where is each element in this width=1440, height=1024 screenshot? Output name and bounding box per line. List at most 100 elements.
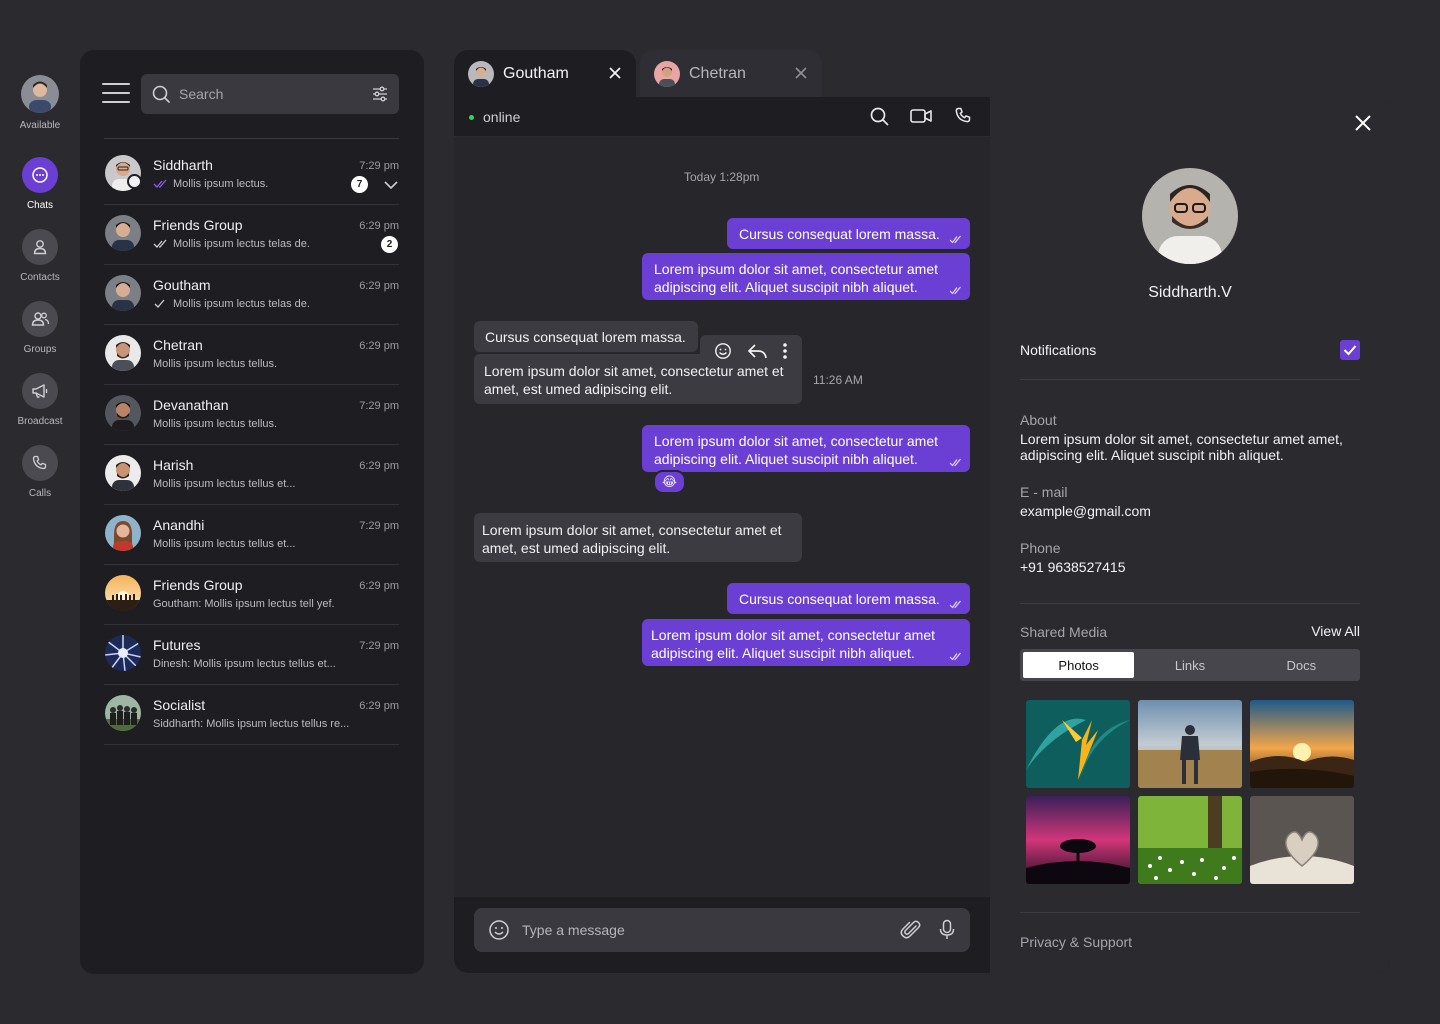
rail-item-broadcast[interactable]: Broadcast bbox=[0, 373, 80, 427]
reply-icon[interactable] bbox=[747, 342, 767, 360]
message-composer bbox=[474, 908, 970, 952]
shared-photo[interactable] bbox=[1026, 700, 1130, 788]
rail-item-available[interactable]: Available bbox=[0, 60, 80, 131]
message-outgoing[interactable]: Cursus consequat lorem massa. bbox=[727, 218, 970, 249]
phone-value: +91 9638527415 bbox=[1020, 559, 1126, 575]
chat-list-item[interactable]: Anandhi Mollis ipsum lectus tellus et...… bbox=[104, 505, 399, 565]
video-call-icon[interactable] bbox=[910, 106, 932, 126]
phone-icon bbox=[22, 445, 58, 481]
shared-photo[interactable] bbox=[1250, 796, 1354, 884]
close-icon[interactable] bbox=[608, 66, 622, 80]
chat-name: Harish bbox=[153, 457, 194, 473]
attach-paperclip-icon[interactable] bbox=[900, 919, 922, 941]
chat-list-item[interactable]: Friends Group Mollis ipsum lectus telas … bbox=[104, 205, 399, 265]
double-check-icon bbox=[153, 239, 167, 248]
microphone-icon[interactable] bbox=[938, 919, 956, 941]
hamburger-menu-icon[interactable] bbox=[102, 83, 130, 105]
message-incoming[interactable]: Cursus consequat lorem massa. bbox=[474, 321, 698, 352]
user-avatar[interactable] bbox=[21, 75, 59, 113]
tab-photos[interactable]: Photos bbox=[1023, 652, 1135, 678]
profile-name: Siddharth.V bbox=[1148, 284, 1232, 301]
avatar bbox=[105, 695, 141, 731]
shared-photo[interactable] bbox=[1026, 796, 1130, 884]
chat-time: 6:29 pm bbox=[359, 460, 399, 472]
chat-list-item[interactable]: Devanathan Mollis ipsum lectus tellus. 7… bbox=[104, 385, 399, 445]
online-dot bbox=[469, 114, 474, 120]
emoji-react-icon[interactable] bbox=[714, 342, 732, 360]
phone-icon[interactable] bbox=[954, 106, 974, 126]
message-outgoing[interactable]: Lorem ipsum dolor sit amet, consectetur … bbox=[642, 253, 970, 300]
chat-preview: Mollis ipsum lectus. bbox=[153, 178, 268, 190]
avatar bbox=[468, 61, 494, 87]
email-value: example@gmail.com bbox=[1020, 503, 1151, 519]
chat-list-item[interactable]: Chetran Mollis ipsum lectus tellus. 6:29… bbox=[104, 325, 399, 385]
search-icon[interactable] bbox=[869, 106, 889, 126]
avatar bbox=[105, 575, 141, 611]
notifications-checkbox[interactable] bbox=[1340, 340, 1360, 360]
about-label: About bbox=[1020, 412, 1057, 428]
filter-sliders-icon[interactable] bbox=[371, 85, 389, 103]
presence-status: online bbox=[469, 109, 520, 125]
chat-list-item[interactable]: Socialist Siddharth: Mollis ipsum lectus… bbox=[104, 685, 399, 745]
reaction-chip[interactable]: 😂 bbox=[653, 470, 686, 494]
chat-name: Friends Group bbox=[153, 577, 243, 593]
avatar bbox=[105, 395, 141, 431]
avatar bbox=[105, 635, 141, 671]
chat-name: Futures bbox=[153, 637, 201, 653]
chat-list-panel: Siddharth Mollis ipsum lectus. 7:29 pm 7… bbox=[80, 50, 424, 974]
email-label: E - mail bbox=[1020, 484, 1068, 500]
tab-goutham[interactable]: Goutham bbox=[454, 50, 636, 98]
phone-label: Phone bbox=[1020, 540, 1061, 556]
view-all-link[interactable]: View All bbox=[1311, 623, 1360, 639]
tab-chetran[interactable]: Chetran bbox=[640, 50, 822, 98]
double-check-icon bbox=[949, 286, 961, 295]
notifications-label: Notifications bbox=[1020, 342, 1097, 358]
chat-list-item[interactable]: Harish Mollis ipsum lectus tellus et... … bbox=[104, 445, 399, 505]
chevron-down-icon[interactable] bbox=[383, 177, 399, 193]
chat-list-item[interactable]: Goutham Mollis ipsum lectus telas de. 6:… bbox=[104, 265, 399, 325]
more-vertical-icon[interactable] bbox=[782, 342, 788, 360]
shared-photo[interactable] bbox=[1138, 796, 1242, 884]
rail-label: Calls bbox=[28, 488, 52, 499]
shared-photos-grid bbox=[1026, 700, 1354, 884]
rail-item-chats[interactable]: Chats bbox=[0, 157, 80, 211]
double-check-icon bbox=[949, 600, 961, 609]
message-outgoing[interactable]: Cursus consequat lorem massa. bbox=[727, 583, 970, 614]
chat-list-item[interactable]: Siddharth Mollis ipsum lectus. 7:29 pm 7 bbox=[104, 145, 399, 205]
message-outgoing[interactable]: Lorem ipsum dolor sit amet, consectetur … bbox=[642, 425, 970, 472]
chat-preview: Mollis ipsum lectus tellus et... bbox=[153, 478, 296, 490]
divider bbox=[1020, 379, 1360, 380]
chat-name: Goutham bbox=[153, 277, 211, 293]
contact-info-pane: Siddharth.V Notifications About Lorem ip… bbox=[990, 97, 1390, 973]
chat-list-item[interactable]: Friends Group Goutham: Mollis ipsum lect… bbox=[104, 565, 399, 625]
message-incoming[interactable]: Lorem ipsum dolor sit amet, consectetur … bbox=[474, 513, 802, 562]
chat-time: 7:29 pm bbox=[359, 160, 399, 172]
search-input[interactable] bbox=[179, 86, 371, 102]
tab-title: Goutham bbox=[503, 65, 569, 82]
rail-item-contacts[interactable]: Contacts bbox=[0, 229, 80, 283]
about-value: Lorem ipsum dolor sit amet, consectetur … bbox=[1020, 431, 1343, 463]
chat-preview: Mollis ipsum lectus tellus. bbox=[153, 358, 278, 370]
message-actions-toolbar bbox=[700, 335, 802, 367]
avatar bbox=[105, 275, 141, 311]
rail-item-calls[interactable]: Calls bbox=[0, 445, 80, 499]
message-list: Today 1:28pm Cursus consequat lorem mass… bbox=[454, 137, 990, 897]
close-icon[interactable] bbox=[1354, 114, 1372, 132]
shared-photo[interactable] bbox=[1250, 700, 1354, 788]
message-input[interactable] bbox=[522, 922, 900, 938]
emoji-icon[interactable] bbox=[488, 919, 510, 941]
double-check-icon bbox=[949, 235, 961, 244]
privacy-support-label[interactable]: Privacy & Support bbox=[1020, 934, 1132, 950]
chat-list-item[interactable]: Futures Dinesh: Mollis ipsum lectus tell… bbox=[104, 625, 399, 685]
close-icon[interactable] bbox=[794, 66, 808, 80]
rail-item-groups[interactable]: Groups bbox=[0, 301, 80, 355]
tab-links[interactable]: Links bbox=[1134, 652, 1245, 678]
chat-preview: Mollis ipsum lectus tellus et... bbox=[153, 538, 296, 550]
message-outgoing[interactable]: Lorem ipsum dolor sit amet, consectetur … bbox=[642, 619, 970, 666]
chat-name: Socialist bbox=[153, 697, 206, 713]
rail-label: Groups bbox=[23, 344, 57, 355]
contact-icon bbox=[22, 229, 58, 265]
tab-docs[interactable]: Docs bbox=[1246, 652, 1357, 678]
conversation-pane: online Today 1:28pm Cursus consequat lor… bbox=[454, 97, 990, 973]
shared-photo[interactable] bbox=[1138, 700, 1242, 788]
